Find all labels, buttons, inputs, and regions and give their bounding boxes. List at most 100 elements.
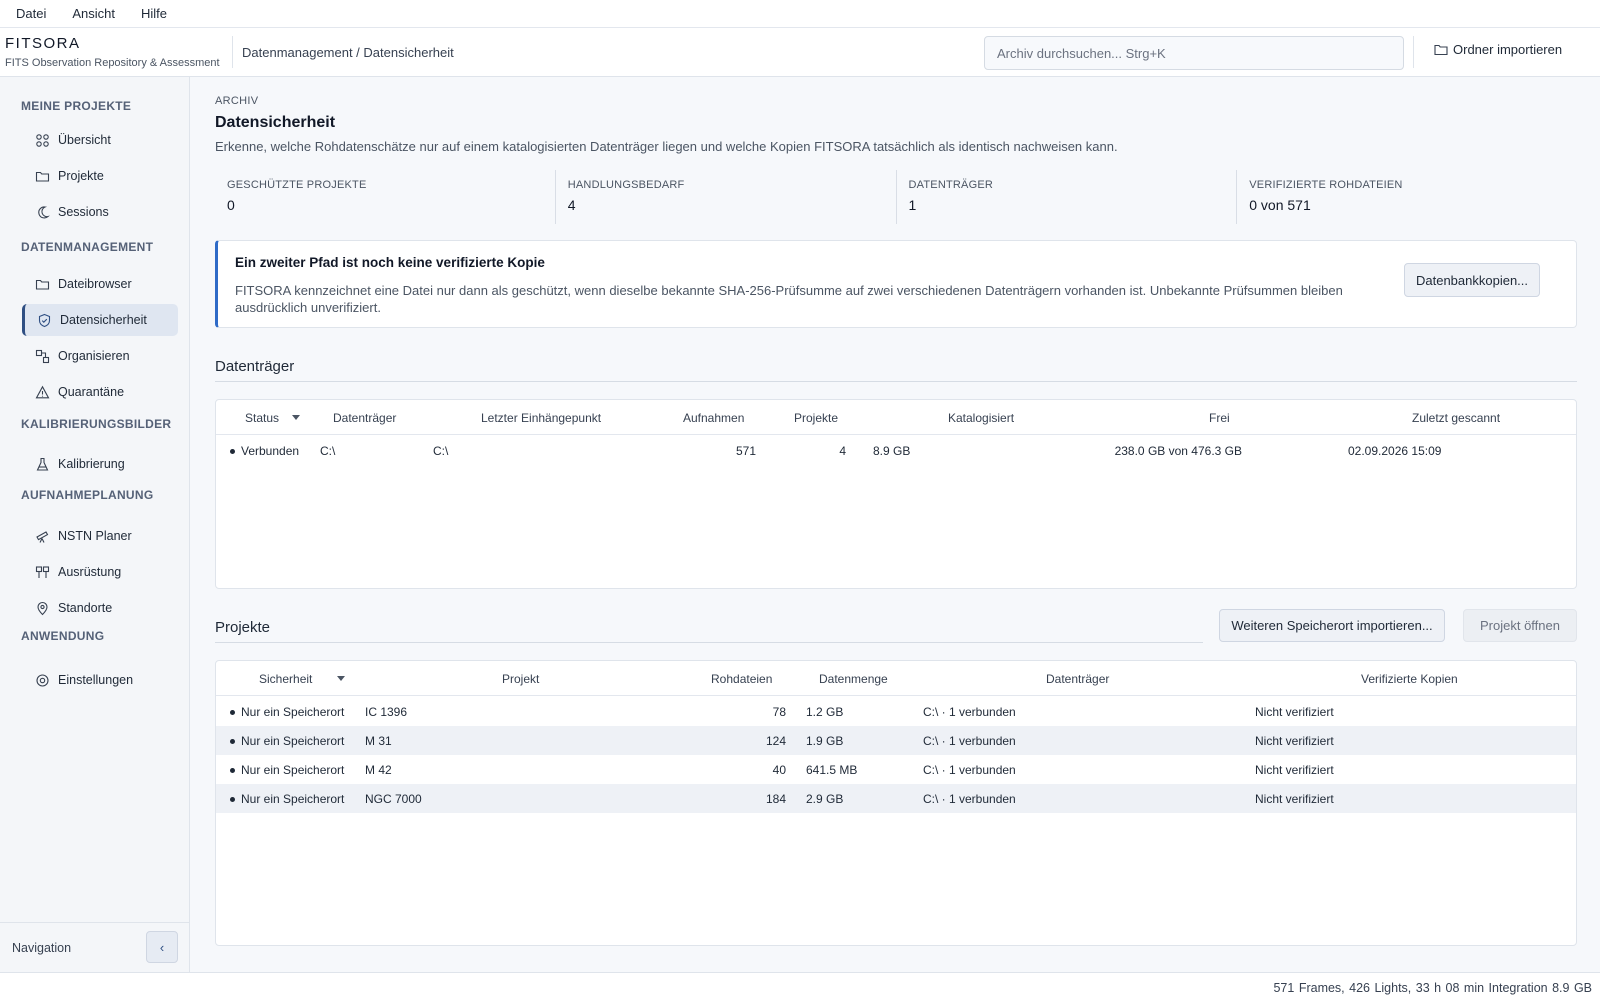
- stat-label: DATENTRÄGER: [908, 179, 994, 191]
- status-bar: 571 Frames, 426 Lights, 33 h 08 min Inte…: [0, 972, 1600, 1000]
- cell-data-size: 641.5 MB: [806, 763, 858, 777]
- cell-drives: C:\ · 1 verbunden: [923, 763, 1016, 777]
- header-divider: [232, 36, 233, 68]
- column-header-drive[interactable]: Datenträger: [333, 411, 396, 425]
- cell-security: Nur ein Speicherort: [241, 792, 345, 806]
- folder-icon: [35, 171, 50, 182]
- stat-value: 0 von 571: [1249, 197, 1311, 213]
- sort-desc-icon: [337, 676, 345, 681]
- cell-drives: C:\ · 1 verbunden: [923, 705, 1016, 719]
- menu-view[interactable]: Ansicht: [72, 6, 115, 21]
- column-header-status[interactable]: Status: [245, 411, 279, 425]
- table-row[interactable]: Nur ein Speicherort NGC 7000 184 2.9 GB …: [216, 784, 1576, 813]
- table-row[interactable]: Nur ein Speicherort M 31 124 1.9 GB C:\ …: [216, 726, 1576, 755]
- stats-bar: GESCHÜTZTE PROJEKTE 0 HANDLUNGSBEDARF 4 …: [215, 170, 1577, 224]
- projects-table: Sicherheit Projekt Rohdateien Datenmenge…: [215, 660, 1577, 946]
- column-header-last-mount[interactable]: Letzter Einhängepunkt: [481, 411, 601, 425]
- page-eyebrow: ARCHIV: [215, 95, 259, 107]
- app-name: FITSORA: [5, 35, 81, 52]
- flask-icon: [36, 457, 49, 471]
- cell-data-size: 1.9 GB: [806, 734, 844, 748]
- breadcrumb: Datenmanagement / Datensicherheit: [242, 45, 454, 60]
- cell-free: 238.0 GB von 476.3 GB: [1114, 444, 1242, 458]
- sidebar-item-sessions[interactable]: Sessions: [22, 196, 178, 228]
- cell-project: M 42: [365, 763, 392, 777]
- telescope-icon: [36, 530, 49, 543]
- cell-data-size: 1.2 GB: [806, 705, 844, 719]
- chevron-left-icon: ‹: [159, 939, 165, 955]
- stat-protected-projects: GESCHÜTZTE PROJEKTE 0: [215, 170, 555, 224]
- status-dot-icon: [230, 449, 235, 454]
- stat-value: 0: [227, 197, 235, 213]
- drives-table: Status Datenträger Letzter Einhängepunkt…: [215, 399, 1577, 589]
- menu-file[interactable]: Datei: [16, 6, 46, 21]
- sidebar-item-label: Einstellungen: [58, 673, 134, 687]
- column-header-frames[interactable]: Aufnahmen: [683, 411, 744, 425]
- sidebar-item-organize[interactable]: Organisieren: [22, 340, 178, 372]
- sidebar-item-locations[interactable]: Standorte: [22, 592, 178, 624]
- sidebar-item-quarantine[interactable]: Quarantäne: [22, 376, 178, 408]
- table-row[interactable]: Verbunden C:\ C:\ 571 4 8.9 GB 238.0 GB …: [216, 436, 1576, 465]
- sidebar-item-settings[interactable]: Einstellungen: [22, 664, 178, 696]
- cell-frames: 571: [735, 444, 756, 458]
- sidebar-item-calibration[interactable]: Kalibrierung: [22, 448, 178, 480]
- cell-raw-files: 78: [772, 705, 786, 719]
- sidebar-item-overview[interactable]: Übersicht: [22, 124, 178, 156]
- import-folder-button[interactable]: Ordner importieren: [1434, 42, 1562, 57]
- notice-body: FITSORA kennzeichnet eine Datei nur dann…: [235, 283, 1343, 315]
- cell-drive: C:\: [320, 444, 336, 458]
- cell-raw-files: 184: [765, 792, 786, 806]
- sort-desc-icon: [292, 415, 300, 420]
- column-header-free[interactable]: Frei: [1209, 411, 1230, 425]
- app-subtitle: FITS Observation Repository & Assessment: [5, 57, 220, 69]
- database-copies-button[interactable]: Datenbankkopien...: [1404, 263, 1540, 297]
- column-header-drives[interactable]: Datenträger: [1046, 672, 1109, 686]
- table-header: Status Datenträger Letzter Einhängepunkt…: [216, 400, 1576, 435]
- sidebar-item-equipment[interactable]: Ausrüstung: [22, 556, 178, 588]
- table-row[interactable]: Nur ein Speicherort IC 1396 78 1.2 GB C:…: [216, 697, 1576, 726]
- page-description: Erkenne, welche Rohdatenschätze nur auf …: [215, 139, 1118, 154]
- sidebar-item-projects[interactable]: Projekte: [22, 160, 178, 192]
- status-text: 571 Frames, 426 Lights, 33 h 08 min Inte…: [1273, 981, 1592, 995]
- sidebar-item-data-security[interactable]: Datensicherheit: [22, 304, 178, 336]
- cell-project: NGC 7000: [365, 792, 422, 806]
- column-header-data-size[interactable]: Datenmenge: [819, 672, 888, 686]
- cell-security: Nur ein Speicherort: [241, 734, 345, 748]
- column-header-raw-files[interactable]: Rohdateien: [711, 672, 772, 686]
- column-header-project[interactable]: Projekt: [502, 672, 539, 686]
- section-data-management: DATENMANAGEMENT: [21, 240, 154, 254]
- cell-mount: C:\: [433, 444, 449, 458]
- sidebar-item-label: Sessions: [58, 205, 109, 219]
- sidebar-item-label: NSTN Planer: [58, 529, 132, 543]
- section-application: ANWENDUNG: [21, 629, 105, 643]
- cell-security: Nur ein Speicherort: [241, 763, 345, 777]
- column-header-cataloged[interactable]: Katalogisiert: [948, 411, 1014, 425]
- table-row[interactable]: Nur ein Speicherort M 42 40 641.5 MB C:\…: [216, 755, 1576, 784]
- cell-project: IC 1396: [365, 705, 408, 719]
- info-notice: Ein zweiter Pfad ist noch keine verifizi…: [215, 240, 1577, 328]
- collapse-sidebar-button[interactable]: ‹: [146, 931, 178, 963]
- navigation-label: Navigation: [12, 941, 72, 955]
- column-header-security[interactable]: Sicherheit: [259, 672, 312, 686]
- section-divider: [215, 381, 1577, 382]
- menu-help[interactable]: Hilfe: [141, 6, 167, 21]
- search-input[interactable]: Archiv durchsuchen... Strg+K: [984, 36, 1404, 70]
- cell-raw-files: 124: [765, 734, 786, 748]
- cell-verified: Nicht verifiziert: [1255, 734, 1334, 748]
- column-header-projects[interactable]: Projekte: [794, 411, 838, 425]
- column-header-verified-copies[interactable]: Verifizierte Kopien: [1361, 672, 1458, 686]
- stat-label: VERIFIZIERTE ROHDATEIEN: [1249, 179, 1403, 191]
- organize-icon: [35, 349, 50, 363]
- cell-verified: Nicht verifiziert: [1255, 763, 1334, 777]
- status-dot-icon: [230, 739, 235, 744]
- brand: FITSORA FITS Observation Repository & As…: [5, 35, 220, 69]
- projects-section-title: Projekte: [215, 619, 271, 636]
- sidebar-item-nstn-planner[interactable]: NSTN Planer: [22, 520, 178, 552]
- column-header-last-scanned[interactable]: Zuletzt gescannt: [1412, 411, 1500, 425]
- header-divider: [1413, 36, 1414, 68]
- sidebar-item-label: Standorte: [58, 601, 113, 615]
- cell-security: Nur ein Speicherort: [241, 705, 345, 719]
- open-project-button[interactable]: Projekt öffnen: [1463, 609, 1577, 642]
- import-location-button[interactable]: Weiteren Speicherort importieren...: [1219, 609, 1445, 642]
- sidebar-item-file-browser[interactable]: Dateibrowser: [22, 268, 178, 300]
